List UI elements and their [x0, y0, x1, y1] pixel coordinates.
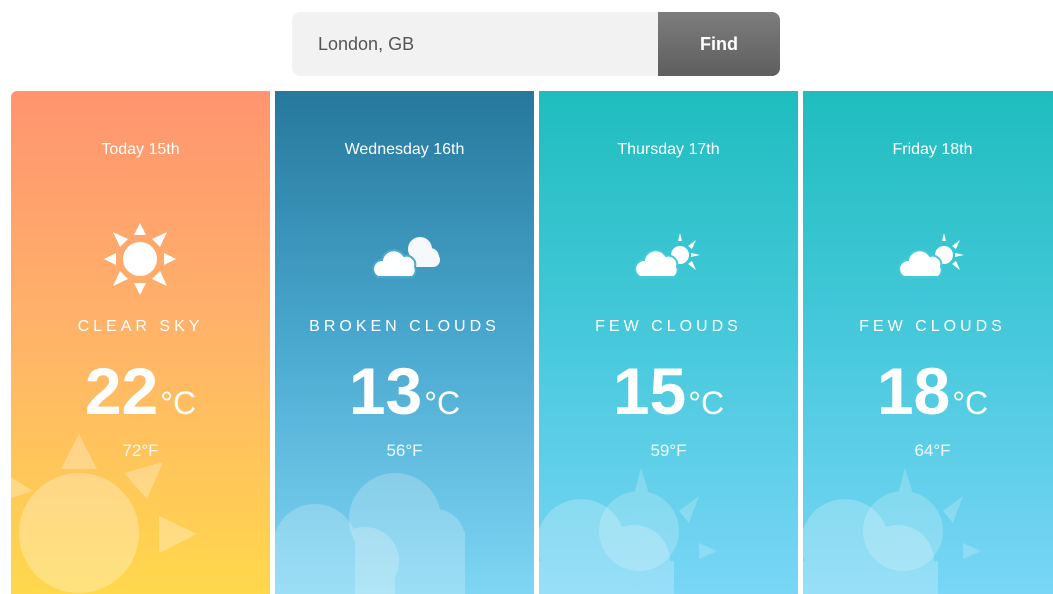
temperature-fahrenheit: 59°F [650, 441, 687, 460]
temperature-unit: °C [160, 385, 197, 421]
forecast-card-friday: Friday 18th FEW CLOUDS 18°C 64°F [803, 91, 1053, 594]
temperature-celsius: 22°C [11, 353, 270, 429]
temperature-unit: °C [424, 385, 461, 421]
find-button[interactable]: Find [658, 12, 780, 76]
temperature-unit: °C [952, 385, 989, 421]
temperature-fahrenheit: 56°F [386, 441, 423, 460]
clouds-background-icon [275, 473, 465, 594]
temperature-value: 15 [612, 354, 687, 428]
few-clouds-icon [898, 233, 964, 278]
temperature-fahrenheit: 72°F [122, 441, 159, 460]
sun-icon [104, 223, 176, 295]
forecast-date: Wednesday 16th [344, 141, 465, 158]
few-clouds-icon [634, 233, 700, 278]
temperature-unit: °C [688, 385, 725, 421]
city-search-input[interactable] [292, 12, 658, 76]
search-bar: Find [292, 12, 780, 76]
temperature-fahrenheit: 64°F [914, 441, 951, 460]
sun-background-icon [11, 434, 197, 593]
weather-description: BROKEN CLOUDS [309, 318, 500, 335]
few-clouds-background-icon [539, 468, 717, 594]
temperature-value: 13 [348, 354, 423, 428]
few-clouds-background-icon [803, 468, 981, 594]
temperature-celsius: 13°C [275, 353, 534, 429]
broken-clouds-icon [372, 237, 440, 278]
temperature-value: 18 [876, 354, 951, 428]
weather-description: CLEAR SKY [77, 318, 204, 335]
forecast-card-wednesday: Wednesday 16th BROKEN CLOUDS 13°C 56°F [275, 91, 534, 594]
temperature-value: 22 [84, 354, 159, 428]
forecast-date: Today 15th [101, 141, 180, 158]
weather-description: FEW CLOUDS [595, 318, 742, 335]
weather-description: FEW CLOUDS [859, 318, 1006, 335]
forecast-card-thursday: Thursday 17th FEW CLOUDS 15°C 59°F [539, 91, 798, 594]
temperature-celsius: 15°C [539, 353, 798, 429]
forecast-card-today: Today 15th CLEAR SKY 22°C 72°F [11, 91, 270, 594]
forecast-date: Thursday 17th [617, 141, 720, 158]
temperature-celsius: 18°C [803, 353, 1053, 429]
forecast-date: Friday 18th [892, 141, 973, 158]
